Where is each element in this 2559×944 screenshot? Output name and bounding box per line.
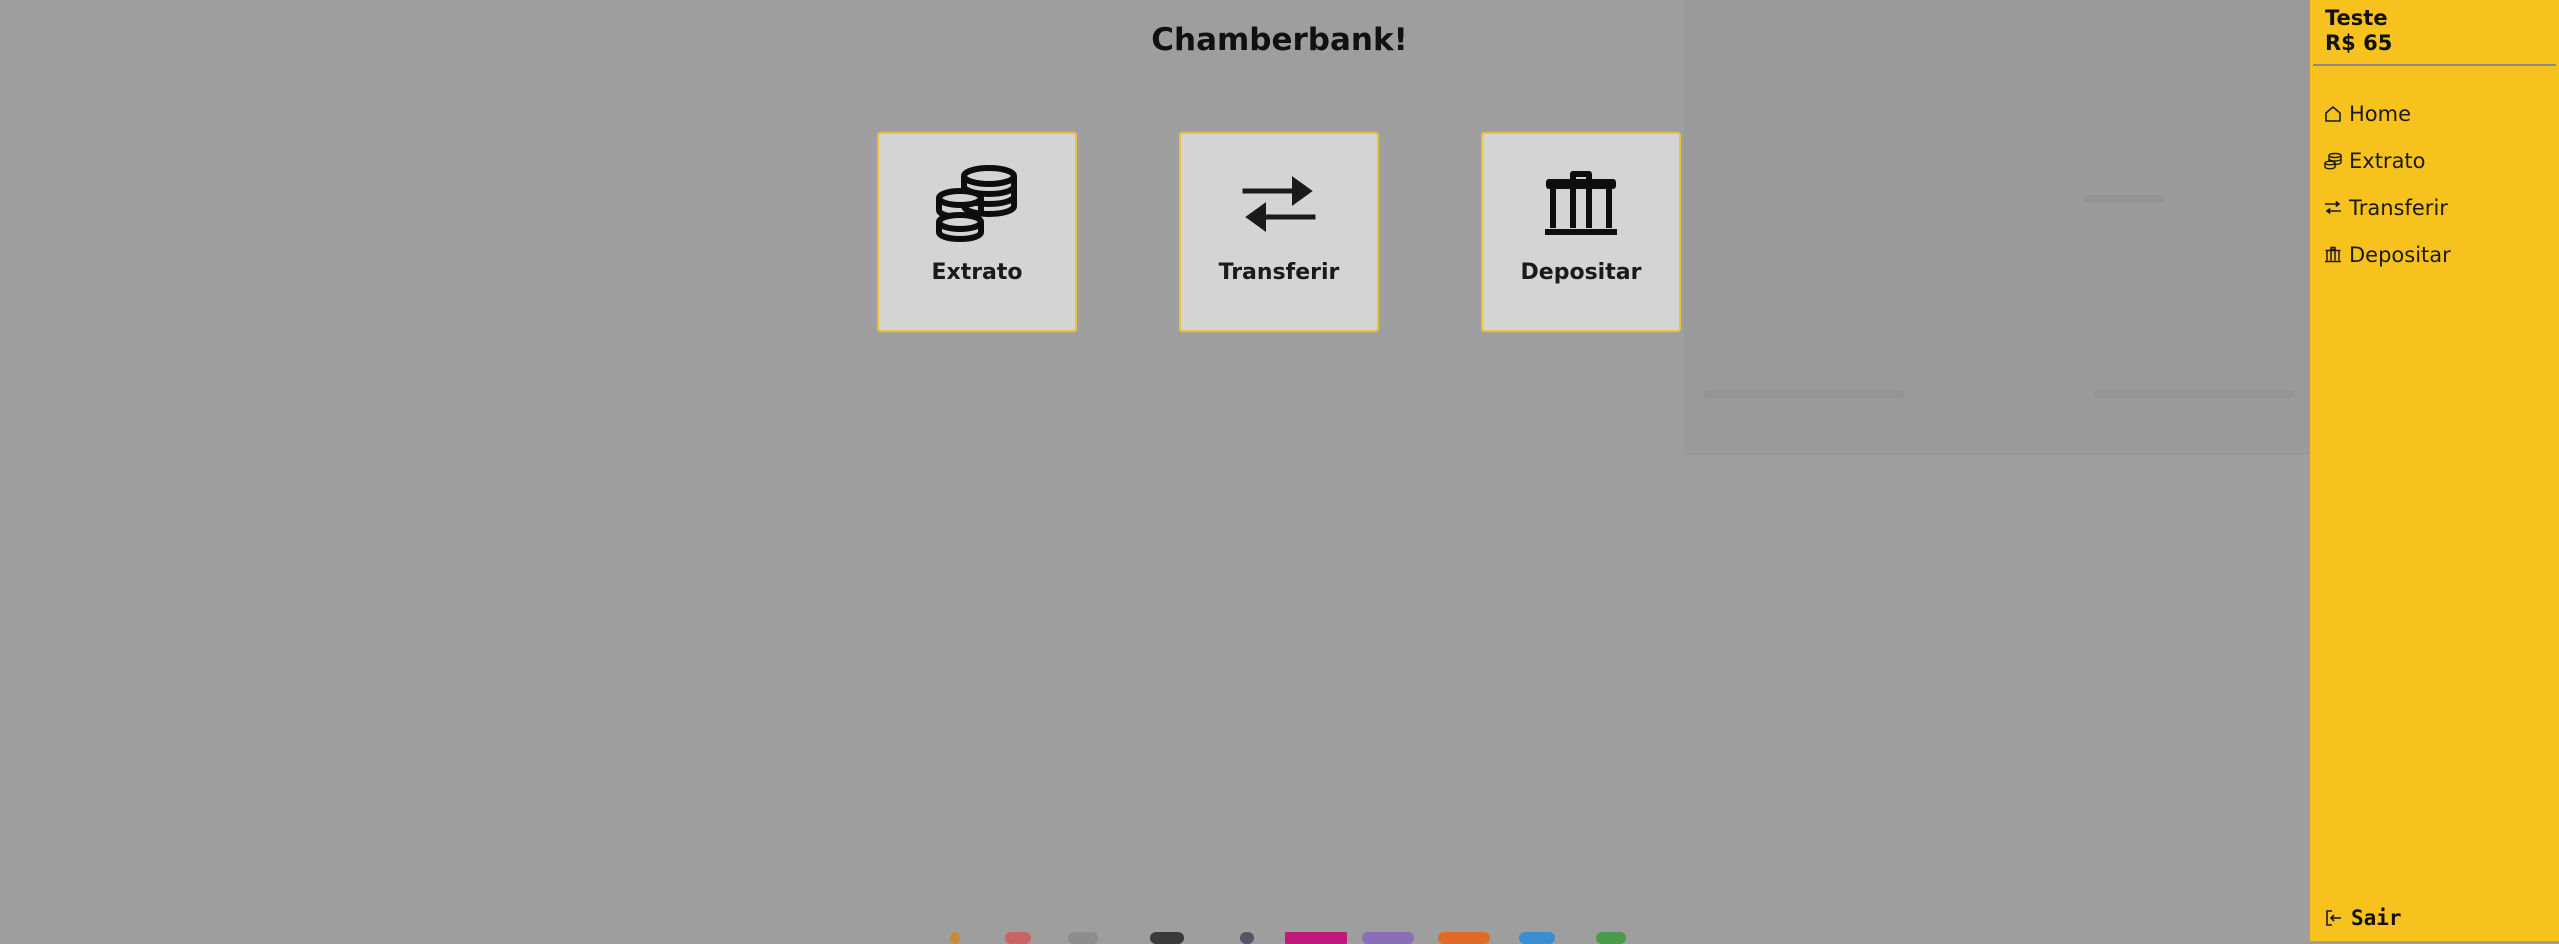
transferir-card-label: Transferir	[1218, 260, 1340, 285]
bank-icon	[1536, 164, 1626, 244]
coins-icon	[2324, 152, 2342, 170]
depositar-card[interactable]: Depositar	[1481, 132, 1681, 332]
dock-bar	[0, 932, 2310, 944]
arrows-exchange-icon	[1234, 164, 1324, 244]
transferir-card[interactable]: Transferir	[1179, 132, 1379, 332]
logout-button[interactable]: Sair	[2325, 906, 2402, 930]
sidebar-item-extrato[interactable]: Extrato	[2324, 146, 2426, 176]
logout-label: Sair	[2351, 906, 2402, 930]
logout-icon	[2325, 909, 2343, 927]
coins-icon	[932, 164, 1022, 244]
sidebar-item-label: Home	[2349, 102, 2412, 126]
page-title: Chamberbank!	[1151, 22, 1408, 58]
main-area: Chamberbank! Extrato Transferir Deposita…	[0, 0, 2310, 944]
sidebar-item-depositar[interactable]: Depositar	[2324, 240, 2451, 270]
sidebar-item-transferir[interactable]: Transferir	[2324, 193, 2448, 223]
sidebar-item-label: Depositar	[2349, 243, 2451, 267]
sidebar: Teste R$ 65 Home Extrato Transferir Depo…	[2310, 0, 2559, 941]
sidebar-divider	[2313, 64, 2556, 66]
extrato-card[interactable]: Extrato	[877, 132, 1077, 332]
depositar-card-label: Depositar	[1520, 260, 1642, 285]
user-balance: R$ 65	[2325, 31, 2393, 55]
bank-icon	[2324, 246, 2342, 264]
home-icon	[2324, 105, 2342, 123]
sidebar-item-home[interactable]: Home	[2324, 99, 2411, 129]
sidebar-item-label: Extrato	[2349, 149, 2426, 173]
user-name: Teste	[2325, 6, 2388, 30]
sidebar-item-label: Transferir	[2349, 196, 2448, 220]
faded-background-panel	[1684, 0, 2310, 455]
extrato-card-label: Extrato	[931, 260, 1023, 285]
arrows-exchange-icon	[2324, 199, 2342, 217]
